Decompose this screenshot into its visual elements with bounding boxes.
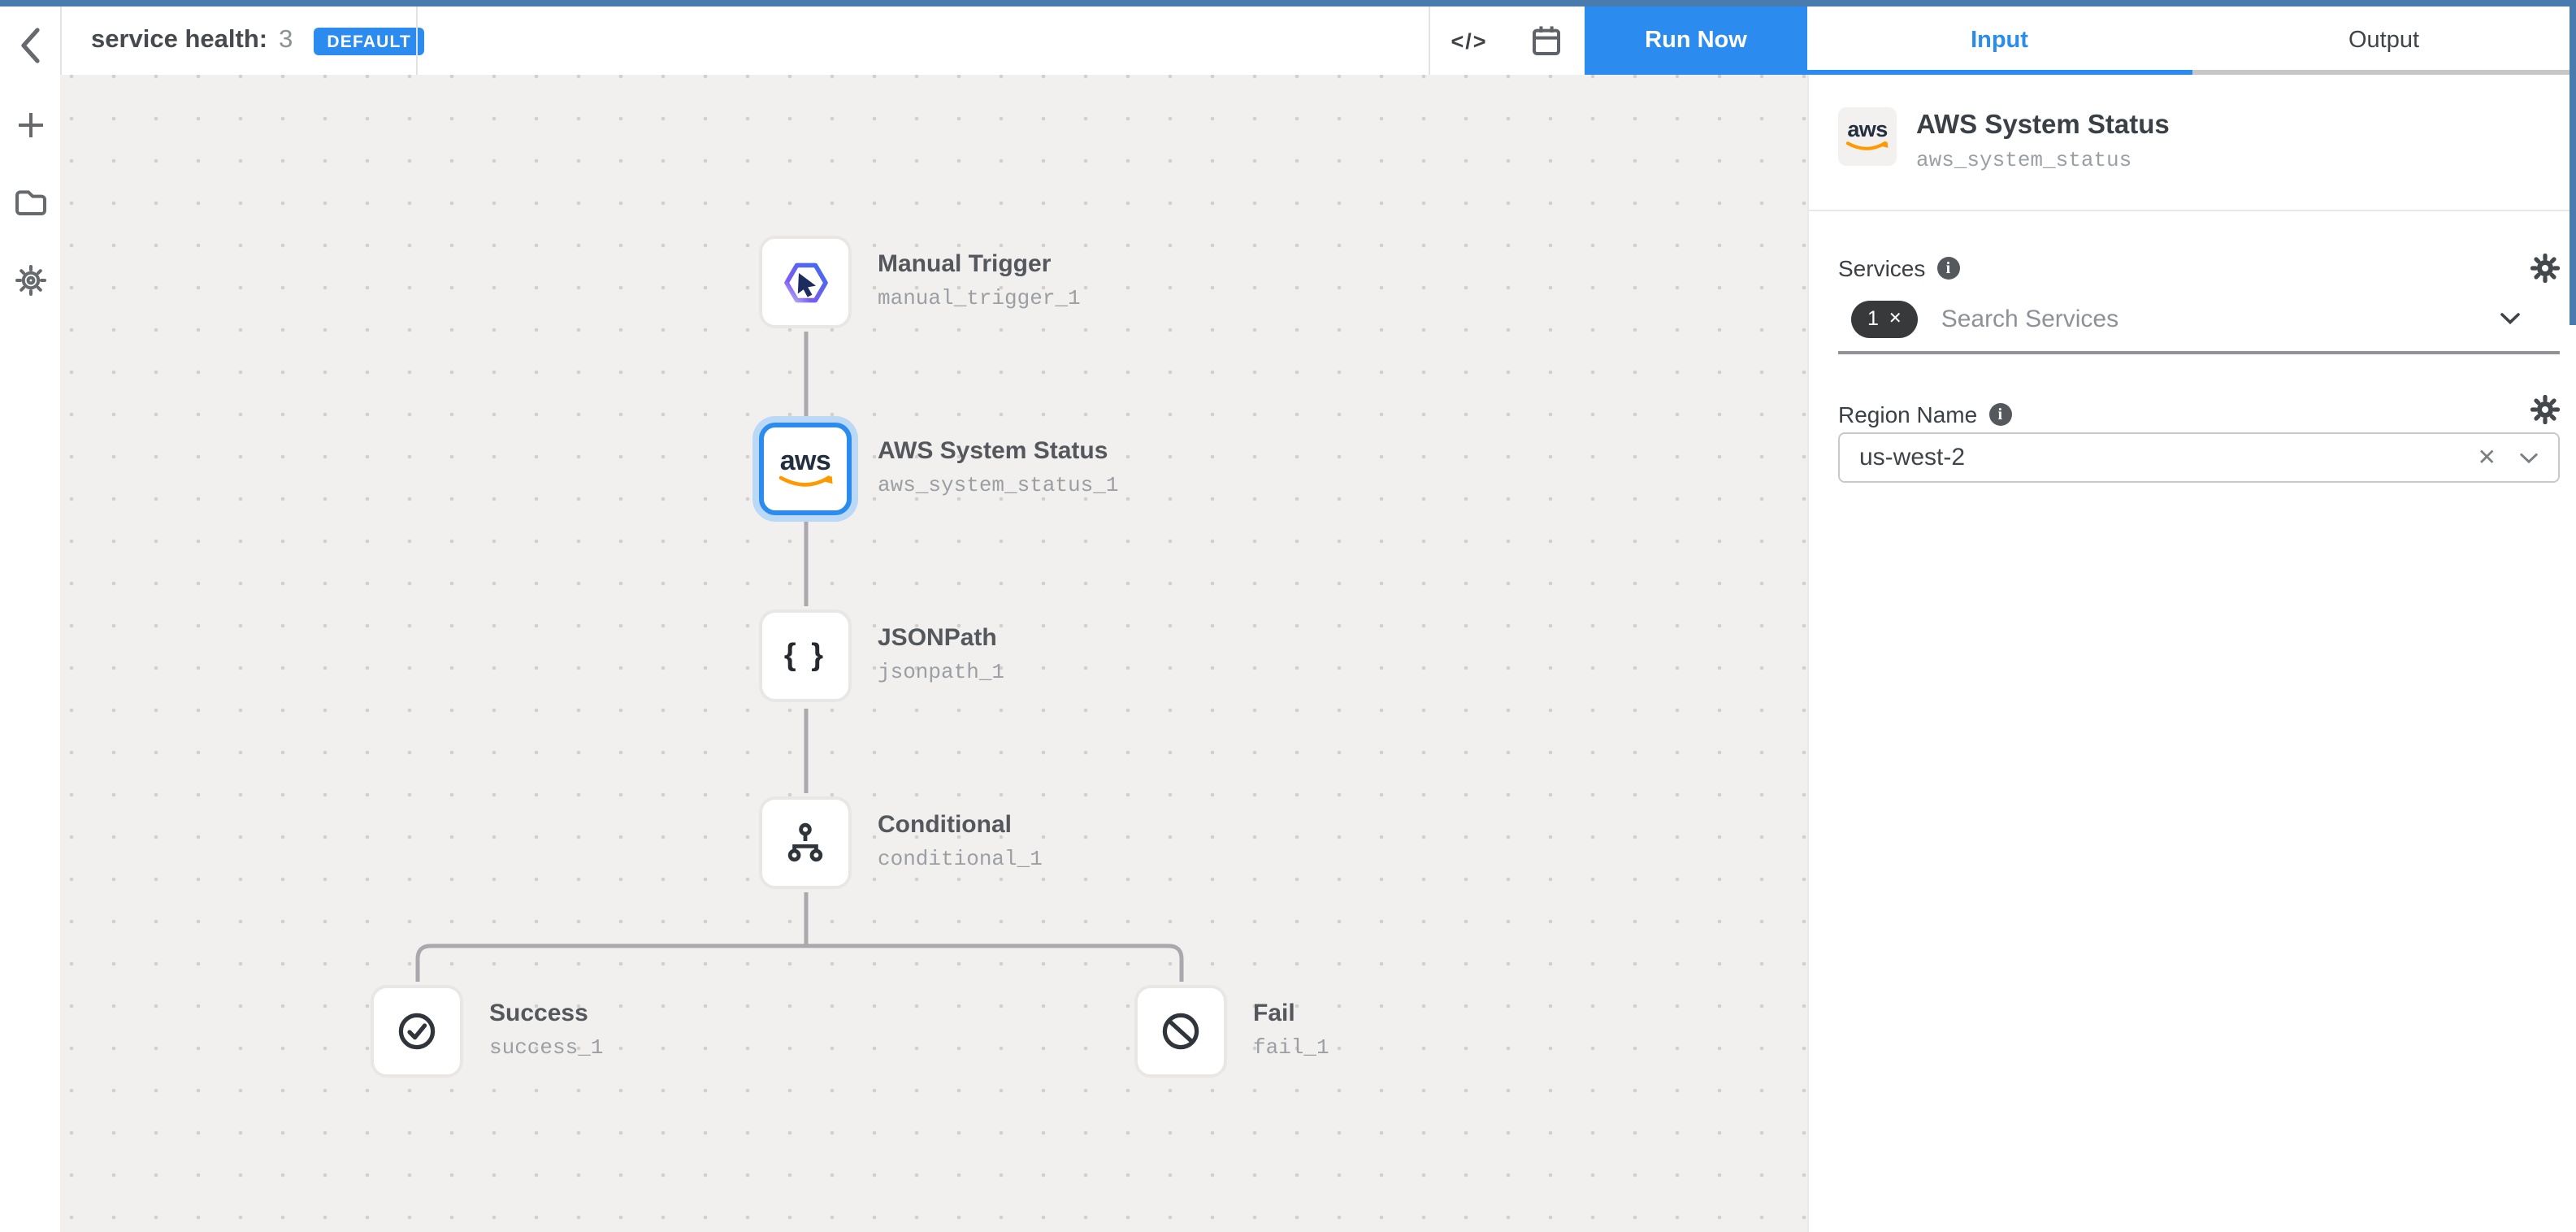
manual-trigger-hexagon-cursor-icon (781, 258, 830, 306)
node-label: JSONPath (878, 624, 1004, 652)
region-name-input[interactable] (1840, 444, 2478, 471)
code-icon: </> (1451, 28, 1487, 53)
services-label-row: Services i (1838, 255, 1959, 281)
region-name-label: Region Name (1838, 401, 1977, 427)
chip-count: 1 (1867, 307, 1879, 330)
ban-icon (1159, 1009, 1203, 1053)
panel-node-title: AWS System Status (1916, 111, 2170, 141)
services-multiselect[interactable]: 1 ✕ Search Services (1838, 299, 2560, 338)
header-divider (416, 7, 418, 75)
node-id: fail_1 (1253, 1035, 1329, 1060)
services-field-underline (1838, 351, 2560, 354)
node-aws-system-status[interactable]: aws AWS System Status aws_system_status_… (759, 423, 852, 515)
folder-icon[interactable] (14, 189, 46, 216)
window-top-bar (0, 0, 2576, 7)
node-id: conditional_1 (878, 847, 1043, 871)
region-label-row: Region Name i (1838, 401, 2011, 427)
panel-divider (1809, 210, 2576, 211)
node-manual-trigger[interactable]: Manual Trigger manual_trigger_1 (759, 236, 852, 328)
workflow-title: service health: (91, 26, 267, 55)
tab-input[interactable]: Input (1807, 7, 2192, 75)
settings-icon[interactable] (15, 265, 46, 296)
selected-services-chip[interactable]: 1 ✕ (1851, 300, 1919, 337)
node-label: Conditional (878, 811, 1043, 839)
services-settings-gear-icon[interactable] (2530, 254, 2560, 283)
curly-braces-icon: { } (784, 638, 826, 674)
aws-logo-icon: aws (1845, 119, 1890, 155)
check-circle-icon (395, 1009, 439, 1053)
clear-icon[interactable]: ✕ (2478, 444, 2496, 471)
node-box[interactable] (759, 236, 852, 328)
node-id: aws_system_status_1 (878, 473, 1118, 497)
node-jsonpath[interactable]: { } JSONPath jsonpath_1 (759, 609, 852, 702)
node-box[interactable] (759, 796, 852, 889)
node-success[interactable]: Success success_1 (371, 985, 463, 1078)
chip-remove-icon[interactable]: ✕ (1889, 310, 1902, 328)
node-box-selected[interactable]: aws (759, 423, 852, 515)
node-box[interactable]: { } (759, 609, 852, 702)
run-now-button[interactable]: Run Now (1585, 7, 1807, 75)
services-label: Services (1838, 255, 1925, 281)
panel-node-icon: aws (1838, 107, 1897, 166)
node-label: Success (489, 1000, 603, 1027)
node-fail[interactable]: Fail fail_1 (1134, 985, 1227, 1078)
node-label: AWS System Status (878, 437, 1118, 465)
node-id: manual_trigger_1 (878, 286, 1081, 310)
scrollbar-thumb[interactable] (2569, 0, 2576, 325)
view-code-button[interactable]: </> (1430, 7, 1508, 75)
chevron-down-icon[interactable] (2519, 451, 2539, 464)
region-name-select[interactable]: ✕ (1838, 432, 2560, 483)
calendar-icon (1531, 24, 1562, 57)
node-box[interactable] (1134, 985, 1227, 1078)
region-settings-gear-icon[interactable] (2530, 395, 2560, 424)
workflow-run-count: 3 (279, 26, 293, 55)
schedule-button[interactable] (1508, 7, 1585, 75)
back-icon[interactable] (17, 26, 43, 65)
node-id: success_1 (489, 1035, 603, 1060)
left-sidebar (0, 7, 62, 1232)
info-icon[interactable]: i (1988, 403, 2011, 426)
workflow-canvas[interactable]: Manual Trigger manual_trigger_1 aws AWS … (60, 75, 1807, 1232)
panel-node-id: aws_system_status (1916, 148, 2131, 172)
branch-icon (783, 821, 827, 865)
chevron-down-icon[interactable] (2500, 312, 2521, 325)
node-label: Fail (1253, 1000, 1329, 1027)
plus-icon[interactable] (15, 111, 45, 140)
node-id: jsonpath_1 (878, 660, 1004, 684)
default-badge: DEFAULT (314, 27, 424, 54)
panel-tabs: Input Output (1807, 7, 2576, 75)
services-search-placeholder: Search Services (1941, 305, 2118, 332)
workflow-title-block: service health: 3 DEFAULT (91, 7, 424, 75)
workflow-editor: service health: 3 DEFAULT </> Run Now In… (0, 0, 2576, 1232)
node-box[interactable] (371, 985, 463, 1078)
tab-output[interactable]: Output (2192, 7, 2576, 75)
node-config-panel: aws AWS System Status aws_system_status … (1807, 75, 2576, 1232)
aws-logo-icon: aws (776, 447, 835, 491)
node-label: Manual Trigger (878, 250, 1081, 278)
info-icon[interactable]: i (1936, 257, 1959, 280)
node-conditional[interactable]: Conditional conditional_1 (759, 796, 852, 889)
